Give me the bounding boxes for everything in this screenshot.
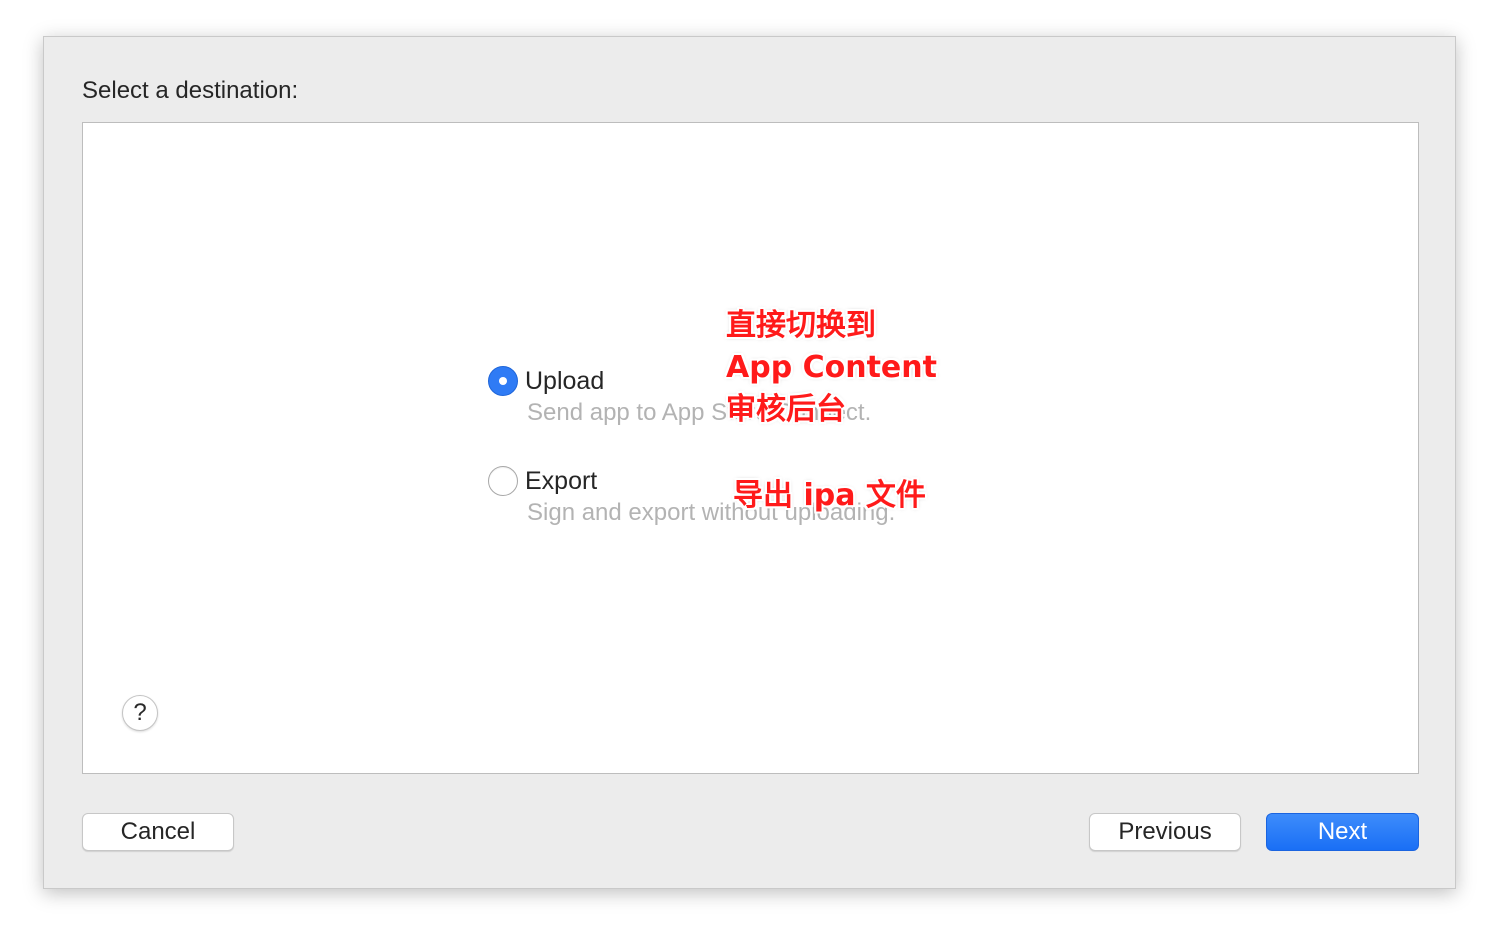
- destination-panel: Upload Send app to App Store Connect. Ex…: [82, 122, 1419, 774]
- next-button[interactable]: Next: [1266, 813, 1419, 851]
- upload-annotation-line-1: 直接切换到: [726, 308, 876, 343]
- help-button[interactable]: ?: [122, 695, 158, 731]
- upload-radio-button[interactable]: [488, 366, 518, 396]
- dialog-heading: Select a destination:: [82, 77, 299, 104]
- cancel-button[interactable]: Cancel: [82, 813, 234, 851]
- export-radio-button[interactable]: [488, 466, 518, 496]
- upload-option-title: Upload: [525, 367, 605, 395]
- export-annotation: 导出 ipa 文件: [733, 478, 926, 513]
- upload-annotation-line-3: 审核后台: [726, 392, 846, 427]
- upload-annotation: 直接切换到 App Content 审核后台: [726, 305, 937, 431]
- export-option-title: Export: [525, 467, 598, 495]
- upload-annotation-line-2: App Content: [726, 350, 937, 385]
- export-dialog: Select a destination: Upload Send app to…: [43, 36, 1456, 889]
- previous-button[interactable]: Previous: [1089, 813, 1241, 851]
